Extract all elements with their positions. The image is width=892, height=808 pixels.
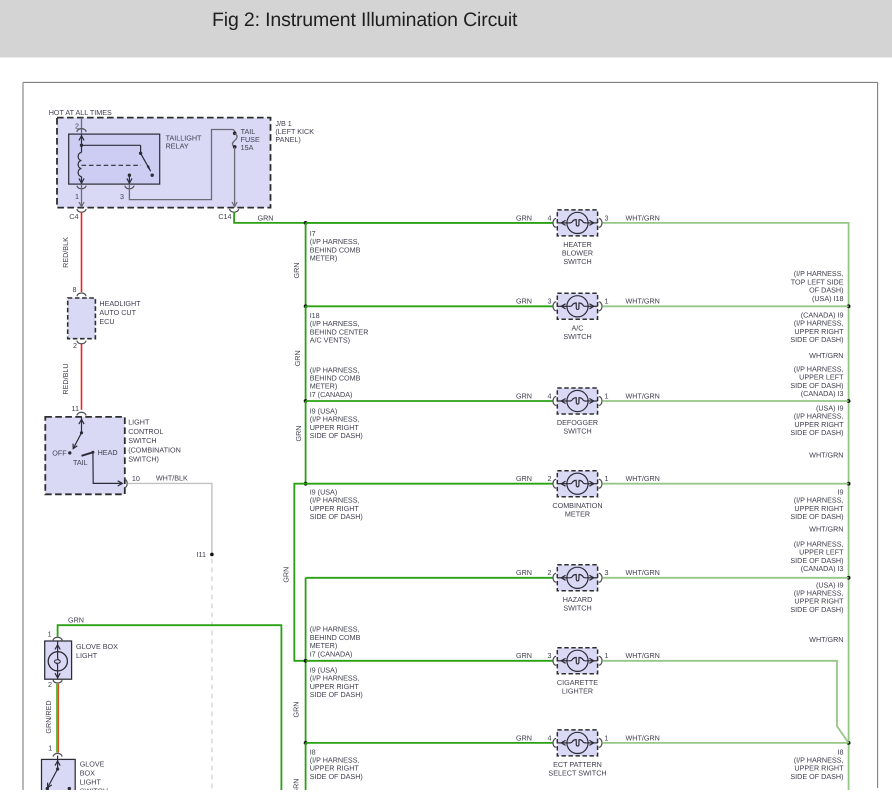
svg-text:GRN: GRN	[516, 474, 532, 483]
svg-text:4: 4	[548, 213, 552, 222]
svg-text:WHT/GRN: WHT/GRN	[626, 474, 660, 483]
svg-text:3: 3	[548, 651, 552, 660]
svg-text:4: 4	[548, 733, 552, 742]
svg-text:WHT/GRN: WHT/GRN	[626, 391, 660, 400]
svg-text:WHT/GRN: WHT/GRN	[626, 297, 660, 306]
svg-text:SWITCH: SWITCH	[563, 604, 591, 613]
svg-text:RED/BLK: RED/BLK	[61, 237, 70, 268]
svg-text:GLOVE: GLOVE	[80, 759, 105, 768]
svg-text:I11: I11	[197, 550, 206, 559]
svg-text:WHT/GRN: WHT/GRN	[626, 568, 660, 577]
svg-text:GRN: GRN	[293, 350, 302, 366]
svg-text:METER: METER	[565, 509, 590, 518]
svg-text:GLOVE BOX: GLOVE BOX	[76, 642, 118, 651]
svg-text:1: 1	[75, 192, 79, 201]
svg-text:GRN: GRN	[516, 733, 532, 742]
svg-text:WHT/BLK: WHT/BLK	[156, 473, 188, 482]
svg-text:C14: C14	[218, 212, 231, 221]
svg-text:SELECT SWITCH: SELECT SWITCH	[548, 769, 606, 778]
svg-text:SWITCH): SWITCH)	[128, 455, 159, 464]
svg-text:SIDE OF DASH): SIDE OF DASH)	[790, 772, 843, 781]
svg-text:GRN: GRN	[516, 213, 532, 222]
svg-text:GRN: GRN	[516, 651, 532, 660]
svg-text:GRN: GRN	[292, 702, 301, 718]
svg-text:LIGHT: LIGHT	[80, 778, 102, 787]
svg-text:PANEL): PANEL)	[275, 135, 300, 144]
svg-text:C4: C4	[69, 212, 78, 221]
svg-text:GRN: GRN	[281, 567, 290, 583]
svg-text:11: 11	[72, 404, 79, 413]
svg-text:LIGHT: LIGHT	[128, 418, 150, 427]
svg-text:SIDE OF DASH): SIDE OF DASH)	[310, 772, 363, 781]
svg-text:Fig 2: Instrument Illumination: Fig 2: Instrument Illumination Circuit	[212, 9, 518, 31]
svg-text:3: 3	[120, 192, 124, 201]
svg-text:RED/BLU: RED/BLU	[61, 363, 70, 394]
svg-text:8: 8	[73, 285, 77, 294]
svg-text:SIDE OF DASH): SIDE OF DASH)	[310, 431, 363, 440]
svg-text:HEAD: HEAD	[98, 448, 118, 457]
svg-text:(COMBINATION: (COMBINATION	[128, 445, 181, 454]
svg-text:I7 (CANADA): I7 (CANADA)	[310, 390, 353, 399]
svg-text:WHT/GRN: WHT/GRN	[809, 635, 843, 644]
svg-text:HEADLIGHT: HEADLIGHT	[99, 299, 141, 308]
svg-text:GRN: GRN	[292, 263, 301, 279]
svg-text:2: 2	[548, 474, 552, 483]
svg-text:SWITCH: SWITCH	[128, 436, 156, 445]
svg-text:I7 (CANADA): I7 (CANADA)	[310, 649, 353, 658]
svg-text:SWITCH: SWITCH	[563, 427, 591, 436]
svg-text:OFF: OFF	[52, 449, 67, 458]
svg-text:1: 1	[605, 651, 609, 660]
svg-text:3: 3	[548, 297, 552, 306]
svg-text:1: 1	[605, 391, 609, 400]
svg-text:LIGHT: LIGHT	[76, 651, 98, 660]
svg-text:WHT/GRN: WHT/GRN	[809, 525, 843, 534]
svg-text:1: 1	[48, 630, 52, 639]
svg-text:SIDE OF DASH): SIDE OF DASH)	[790, 428, 843, 437]
svg-text:15A: 15A	[241, 143, 254, 152]
svg-text:GRN: GRN	[516, 568, 532, 577]
svg-text:SWITCH: SWITCH	[563, 257, 591, 266]
svg-text:2: 2	[548, 568, 552, 577]
svg-text:(USA) I18: (USA) I18	[812, 294, 844, 303]
svg-text:BOX: BOX	[80, 769, 95, 778]
svg-text:METER): METER)	[310, 254, 338, 263]
svg-text:AUTO CUT: AUTO CUT	[99, 308, 136, 317]
svg-text:1: 1	[605, 474, 609, 483]
svg-text:GRN: GRN	[516, 391, 532, 400]
svg-text:LIGHTER: LIGHTER	[562, 687, 593, 696]
svg-text:WHT/GRN: WHT/GRN	[626, 733, 660, 742]
svg-text:GRN: GRN	[258, 213, 274, 222]
svg-text:(CANADA) I3: (CANADA) I3	[801, 564, 844, 573]
svg-text:1: 1	[48, 744, 52, 753]
svg-text:4: 4	[548, 391, 552, 400]
svg-text:WHT/GRN: WHT/GRN	[809, 451, 843, 460]
svg-text:3: 3	[605, 213, 609, 222]
svg-text:SIDE OF DASH): SIDE OF DASH)	[310, 690, 363, 699]
svg-text:SIDE OF DASH): SIDE OF DASH)	[790, 335, 843, 344]
svg-text:GRN: GRN	[516, 297, 532, 306]
svg-text:GRN/RED: GRN/RED	[44, 700, 53, 733]
svg-text:1: 1	[605, 733, 609, 742]
svg-text:2: 2	[48, 680, 52, 689]
svg-text:A/C VENTS): A/C VENTS)	[310, 336, 350, 345]
svg-text:WHT/GRN: WHT/GRN	[626, 651, 660, 660]
svg-text:RELAY: RELAY	[166, 142, 189, 151]
svg-text:SIDE OF DASH): SIDE OF DASH)	[790, 512, 843, 521]
svg-text:CONTROL: CONTROL	[128, 427, 163, 436]
svg-text:TAIL: TAIL	[73, 458, 88, 467]
svg-text:2: 2	[73, 341, 77, 350]
svg-text:SIDE OF DASH): SIDE OF DASH)	[310, 512, 363, 521]
svg-text:WHT/GRN: WHT/GRN	[809, 351, 843, 360]
svg-text:SIDE OF DASH): SIDE OF DASH)	[790, 605, 843, 614]
svg-text:3: 3	[605, 568, 609, 577]
svg-text:ECU: ECU	[99, 317, 114, 326]
svg-text:SWITCH: SWITCH	[563, 332, 591, 341]
svg-text:GRN: GRN	[68, 615, 84, 624]
svg-text:(CANADA) I3: (CANADA) I3	[801, 389, 844, 398]
svg-text:10: 10	[132, 474, 140, 483]
svg-text:WHT/GRN: WHT/GRN	[626, 213, 660, 222]
svg-text:1: 1	[605, 297, 609, 306]
svg-text:HOT AT ALL TIMES: HOT AT ALL TIMES	[49, 108, 112, 117]
svg-text:GRN: GRN	[294, 426, 303, 442]
